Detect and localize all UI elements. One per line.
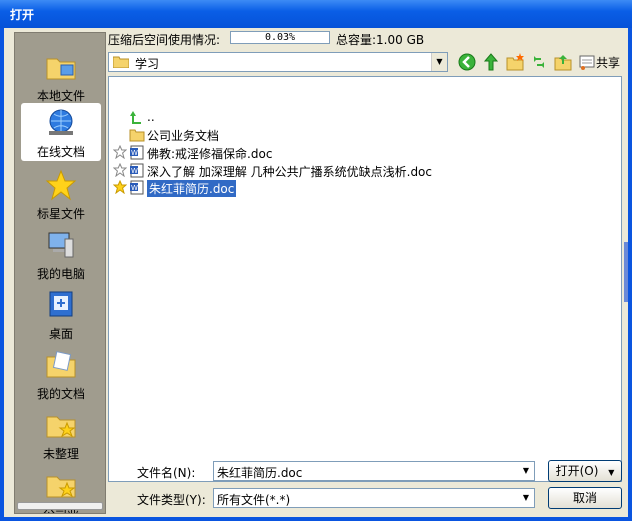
- share-button[interactable]: 共享: [596, 54, 620, 71]
- storage-usage-label: 压缩后空间使用情况:: [108, 33, 221, 47]
- sidebar-item-label: 我的文档: [36, 387, 85, 401]
- current-path: 学习: [135, 57, 160, 71]
- sidebar-scrollbar[interactable]: [17, 502, 103, 510]
- sidebar-item-desktop[interactable]: 桌面: [21, 285, 101, 343]
- company-folder-icon: [46, 476, 76, 498]
- sidebar-item-label: 未整理: [42, 447, 79, 461]
- look-in-combobox[interactable]: 学习 ▼: [108, 52, 448, 72]
- storage-usage-bar: 0.03%: [230, 31, 330, 44]
- computer-icon: [48, 232, 74, 258]
- file-name: 朱红菲简历.doc: [147, 180, 237, 197]
- file-name: ..: [147, 110, 155, 124]
- refresh-icon[interactable]: [530, 53, 548, 71]
- upload-folder-icon[interactable]: [554, 53, 572, 71]
- sidebar-item-my-documents[interactable]: 我的文档: [21, 345, 101, 403]
- chevron-down-icon[interactable]: ▼: [518, 489, 534, 507]
- desktop-icon: [49, 291, 73, 317]
- share-icon[interactable]: [578, 53, 596, 71]
- svg-text:W: W: [131, 167, 138, 175]
- cancel-button[interactable]: 取消: [548, 487, 622, 509]
- sidebar-item-label: 桌面: [48, 327, 73, 341]
- file-name: 佛教:戒淫修福保命.doc: [147, 147, 273, 161]
- up-folder-icon[interactable]: [482, 53, 500, 71]
- folder-icon: [129, 129, 145, 142]
- chevron-down-icon[interactable]: ▼: [518, 462, 534, 480]
- file-name: 公司业务文档: [147, 129, 220, 143]
- open-dialog-window: 打开 本地文件 在线文档 标星文件 我的电脑 桌面 我的文档 未整理 公司业 压…: [0, 0, 632, 521]
- filename-label: 文件名(N):: [137, 466, 196, 480]
- sidebar-item-local-files[interactable]: 本地文件: [21, 47, 101, 105]
- window-title: 打开: [10, 8, 35, 22]
- open-button[interactable]: 打开(O) ▼: [548, 460, 622, 482]
- sidebar-item-online-docs[interactable]: 在线文档: [21, 103, 101, 161]
- sidebar-item-unsorted[interactable]: 未整理: [21, 405, 101, 463]
- star-filled-icon[interactable]: [113, 180, 127, 194]
- title-bar[interactable]: 打开: [0, 0, 632, 28]
- sidebar-item-label: 在线文档: [36, 145, 85, 159]
- filename-field[interactable]: 朱红菲简历.doc ▼: [213, 461, 535, 481]
- svg-text:W: W: [131, 184, 138, 192]
- back-icon[interactable]: [458, 53, 476, 71]
- my-documents-icon: [46, 351, 76, 378]
- chevron-down-icon[interactable]: ▼: [608, 468, 614, 477]
- sidebar-item-label: 标星文件: [36, 207, 85, 221]
- filename-value: 朱红菲简历.doc: [217, 466, 303, 480]
- new-folder-icon[interactable]: [506, 53, 524, 71]
- chevron-down-icon[interactable]: ▼: [431, 53, 447, 71]
- filetype-value: 所有文件(*.*): [217, 493, 291, 507]
- filetype-select[interactable]: 所有文件(*.*) ▼: [213, 488, 535, 508]
- places-sidebar: 本地文件 在线文档 标星文件 我的电脑 桌面 我的文档 未整理 公司业: [14, 32, 106, 514]
- open-button-label: 打开(O): [555, 464, 599, 478]
- svg-text:W: W: [131, 149, 138, 157]
- local-files-icon: [46, 58, 76, 80]
- resize-grip[interactable]: [624, 242, 628, 302]
- filetype-label: 文件类型(Y):: [137, 493, 206, 507]
- unsorted-folder-icon: [46, 416, 76, 438]
- total-capacity-label: 总容量:1.00 GB: [336, 33, 425, 47]
- file-list: .. 公司业务文档 W 佛教:戒淫修福保命.doc W 深入了解 加深理解 几种…: [108, 76, 622, 482]
- file-name: 深入了解 加深理解 几种公共广播系统优缺点浅析.doc: [147, 165, 433, 179]
- up-arrow-icon: [130, 111, 141, 124]
- word-doc-icon: W: [130, 180, 144, 195]
- folder-icon: [113, 56, 129, 68]
- sidebar-item-label: 我的电脑: [36, 267, 85, 281]
- word-doc-icon: W: [130, 145, 144, 160]
- star-outline-icon[interactable]: [113, 145, 127, 159]
- online-docs-icon: [49, 109, 73, 135]
- sidebar-item-my-computer[interactable]: 我的电脑: [21, 225, 101, 283]
- star-icon: [45, 169, 77, 201]
- sidebar-item-starred[interactable]: 标星文件: [21, 165, 101, 223]
- word-doc-icon: W: [130, 163, 144, 178]
- star-outline-icon[interactable]: [113, 163, 127, 177]
- sidebar-item-label: 本地文件: [36, 89, 85, 103]
- dialog-client-area: 本地文件 在线文档 标星文件 我的电脑 桌面 我的文档 未整理 公司业 压缩后空…: [4, 28, 628, 517]
